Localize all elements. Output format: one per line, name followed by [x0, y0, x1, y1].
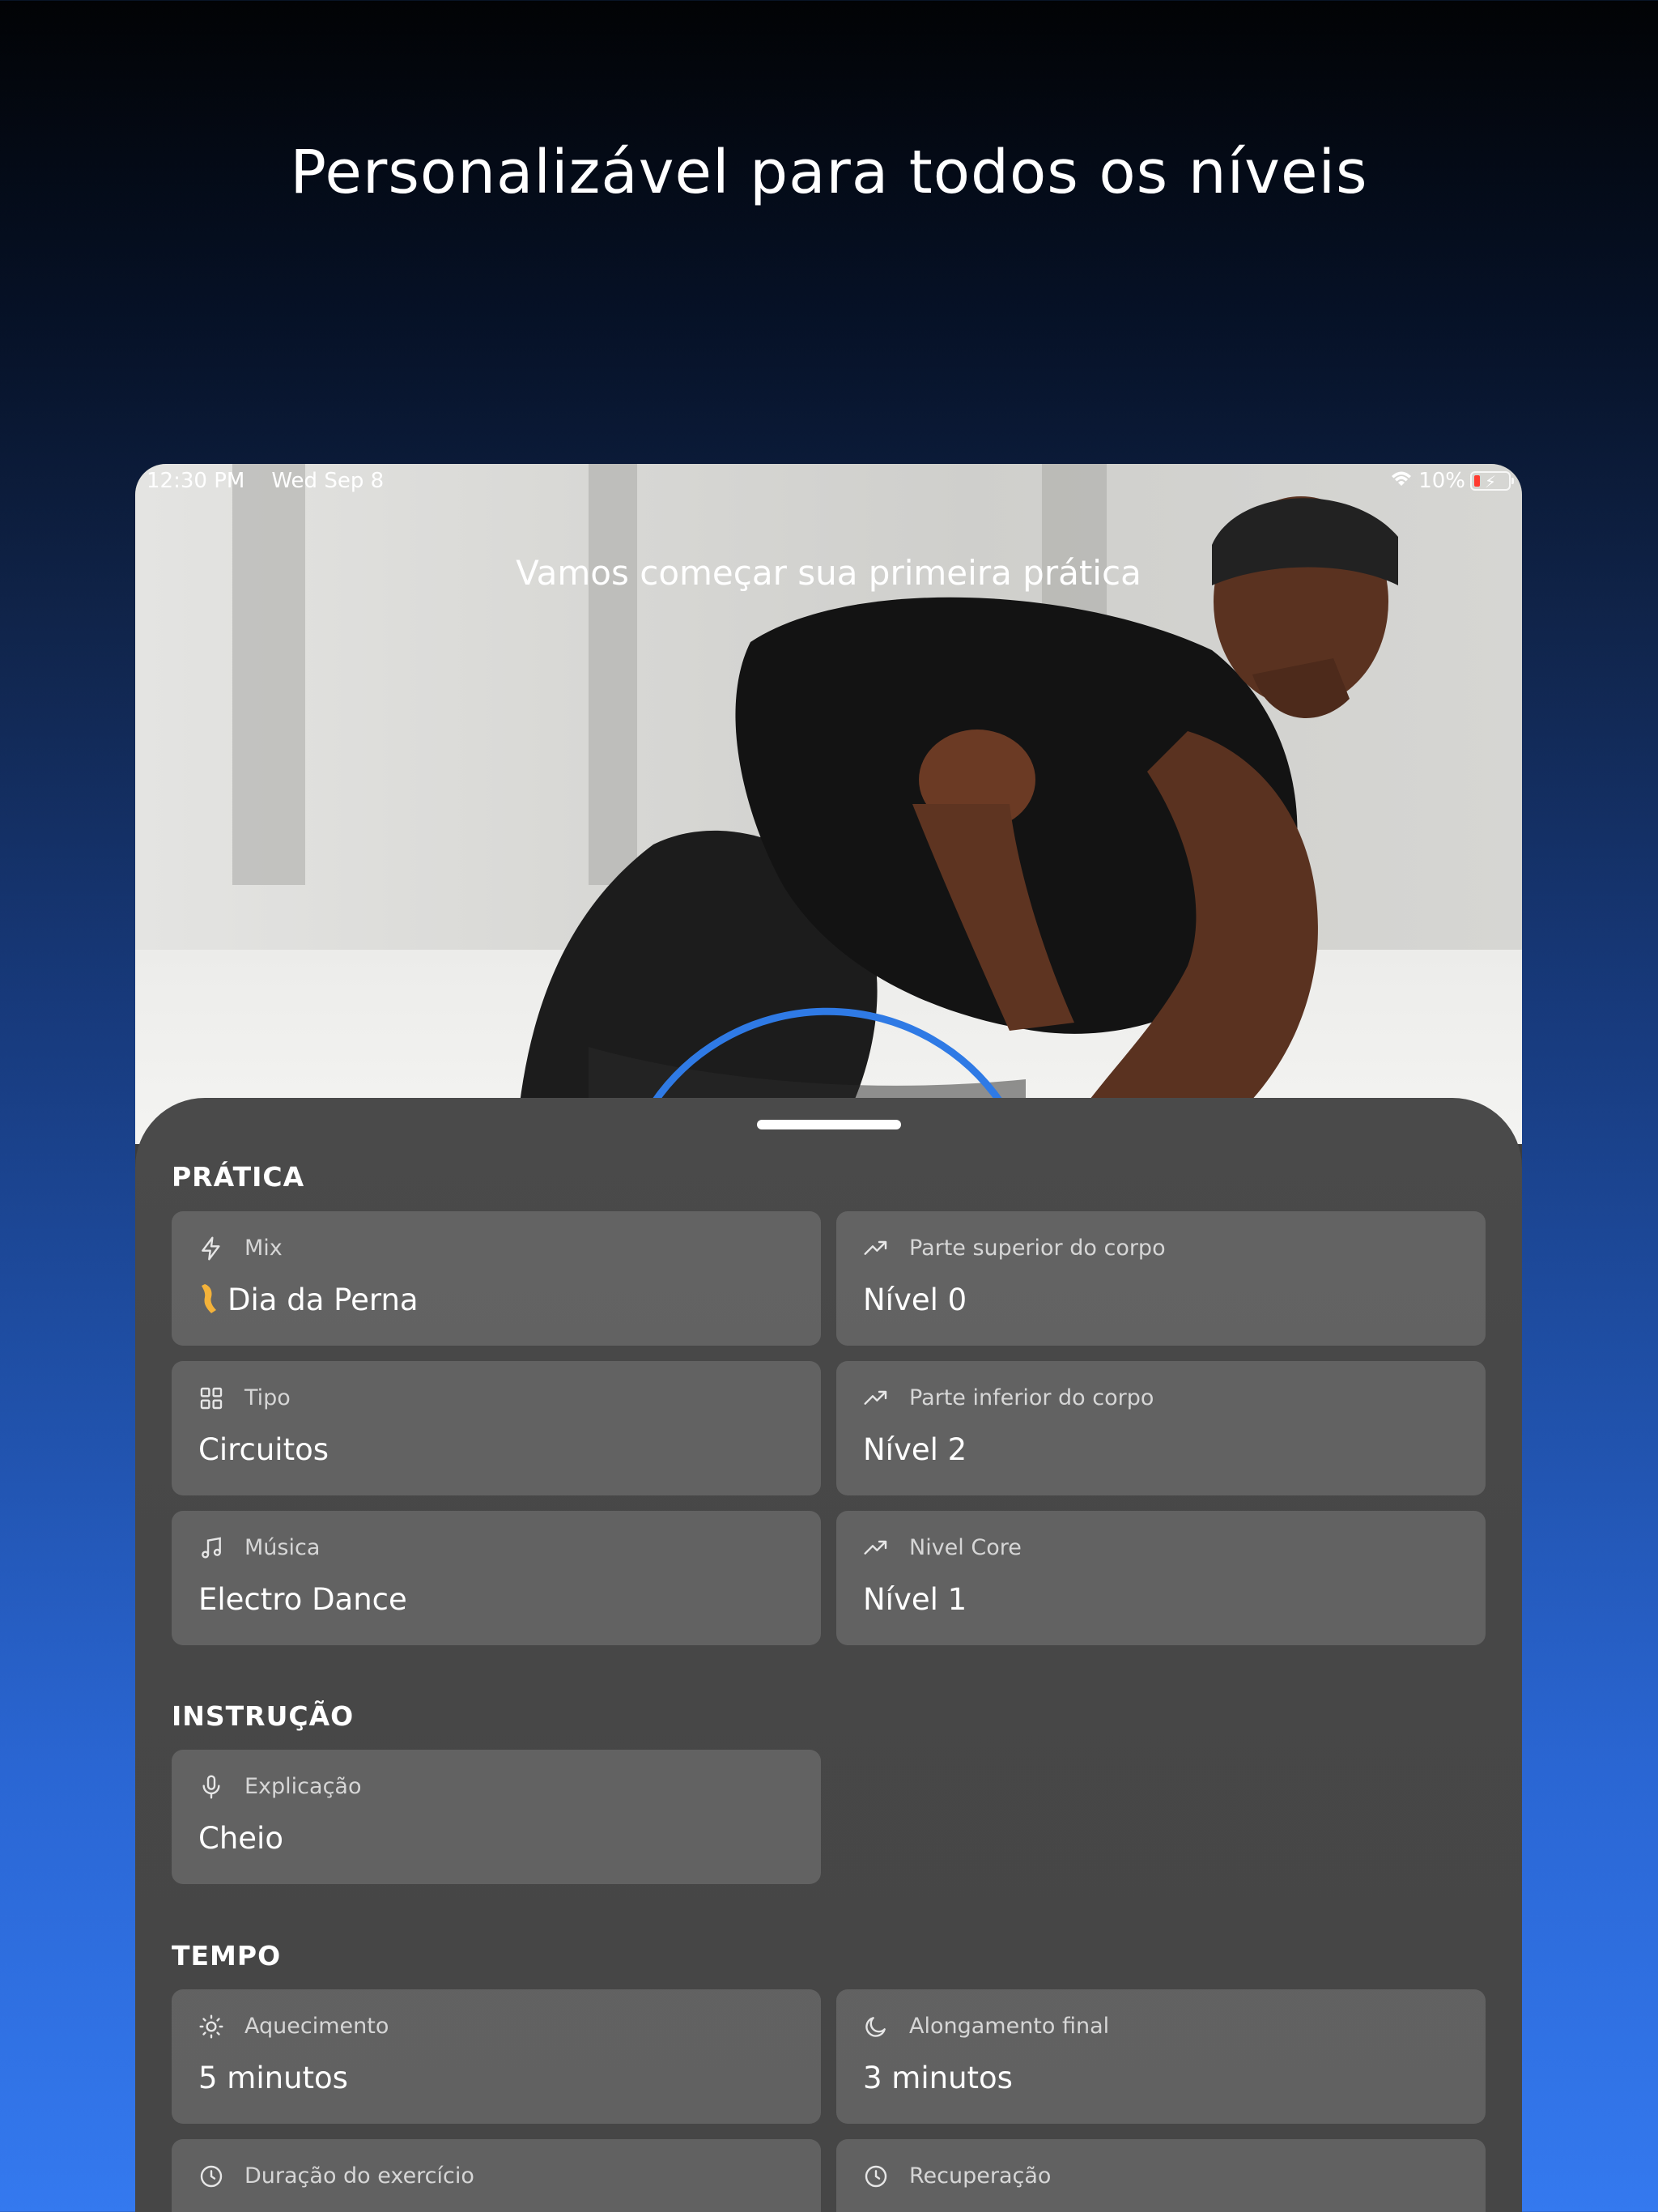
- card-value: Cheio: [198, 1821, 283, 1856]
- hero-title: Vamos começar sua primeira prática: [516, 553, 1141, 593]
- card-label: Tipo: [244, 1385, 291, 1410]
- card-tipo[interactable]: Tipo Circuitos: [172, 1361, 821, 1495]
- card-value: Nível 1: [863, 1582, 967, 1617]
- battery-percentage: 10%: [1418, 469, 1465, 493]
- card-label: Parte superior do corpo: [909, 1236, 1166, 1261]
- card-label: Aquecimento: [244, 2014, 389, 2039]
- card-value: 5 minutos: [198, 2061, 348, 2095]
- card-value: Electro Dance: [198, 1582, 407, 1617]
- music-note-icon: [198, 1535, 224, 1561]
- status-date: Wed Sep 8: [271, 469, 385, 493]
- moon-icon: [863, 2014, 889, 2040]
- card-mix[interactable]: Mix Dia da Perna: [172, 1211, 821, 1346]
- section-title-tempo: TEMPO: [172, 1940, 282, 1972]
- status-bar: 12:30 PM Wed Sep 8 10% ⚡: [135, 464, 1522, 501]
- headline: Personalizável para todos os níveis: [290, 138, 1368, 207]
- clock-icon: [863, 2163, 889, 2189]
- card-musica[interactable]: Música Electro Dance: [172, 1511, 821, 1645]
- grid-icon: [198, 1385, 224, 1411]
- device-screen: 12:30 PM Wed Sep 8 10% ⚡ Vamos começar s…: [135, 464, 1522, 2212]
- trend-up-icon: [863, 1385, 889, 1411]
- card-label: Mix: [244, 1236, 283, 1261]
- trend-up-icon: [863, 1535, 889, 1561]
- card-value: Nível 0: [863, 1283, 967, 1317]
- clock-icon: [198, 2163, 224, 2189]
- card-alongamento[interactable]: Alongamento final 3 minutos: [836, 1989, 1486, 2124]
- section-title-pratica: PRÁTICA: [172, 1161, 305, 1193]
- card-lower-body[interactable]: Parte inferior do corpo Nível 2: [836, 1361, 1486, 1495]
- leg-icon: [198, 1283, 219, 1315]
- card-upper-body[interactable]: Parte superior do corpo Nível 0: [836, 1211, 1486, 1346]
- card-label: Nivel Core: [909, 1535, 1022, 1560]
- card-value: Nível 2: [863, 1432, 967, 1467]
- card-duracao[interactable]: Duração do exercício: [172, 2139, 821, 2212]
- sun-icon: [198, 2014, 224, 2040]
- sheet-drag-handle[interactable]: [757, 1120, 901, 1129]
- card-value: Dia da Perna: [227, 1283, 419, 1317]
- wifi-icon: [1389, 469, 1414, 493]
- status-time: 12:30 PM: [147, 469, 245, 493]
- hero-photo: 12:30 PM Wed Sep 8 10% ⚡ Vamos começar s…: [135, 464, 1522, 1144]
- card-label: Recuperação: [909, 2163, 1052, 2189]
- card-label: Alongamento final: [909, 2014, 1110, 2039]
- card-label: Música: [244, 1535, 321, 1560]
- card-value: 3 minutos: [863, 2061, 1013, 2095]
- card-aquecimento[interactable]: Aquecimento 5 minutos: [172, 1989, 821, 2124]
- card-value: Circuitos: [198, 1432, 329, 1467]
- card-label: Parte inferior do corpo: [909, 1385, 1154, 1410]
- battery-icon: ⚡: [1470, 471, 1514, 491]
- card-recuperacao[interactable]: Recuperação: [836, 2139, 1486, 2212]
- trend-up-icon: [863, 1236, 889, 1261]
- microphone-icon: [198, 1774, 224, 1800]
- card-label: Explicação: [244, 1774, 362, 1799]
- settings-sheet[interactable]: PRÁTICA Mix Dia da Perna Parte superior …: [135, 1098, 1522, 2212]
- card-core[interactable]: Nivel Core Nível 1: [836, 1511, 1486, 1645]
- card-explicacao[interactable]: Explicação Cheio: [172, 1750, 821, 1884]
- section-title-instrucao: INSTRUÇÃO: [172, 1700, 355, 1732]
- card-label: Duração do exercício: [244, 2163, 474, 2189]
- bolt-icon: [198, 1236, 224, 1261]
